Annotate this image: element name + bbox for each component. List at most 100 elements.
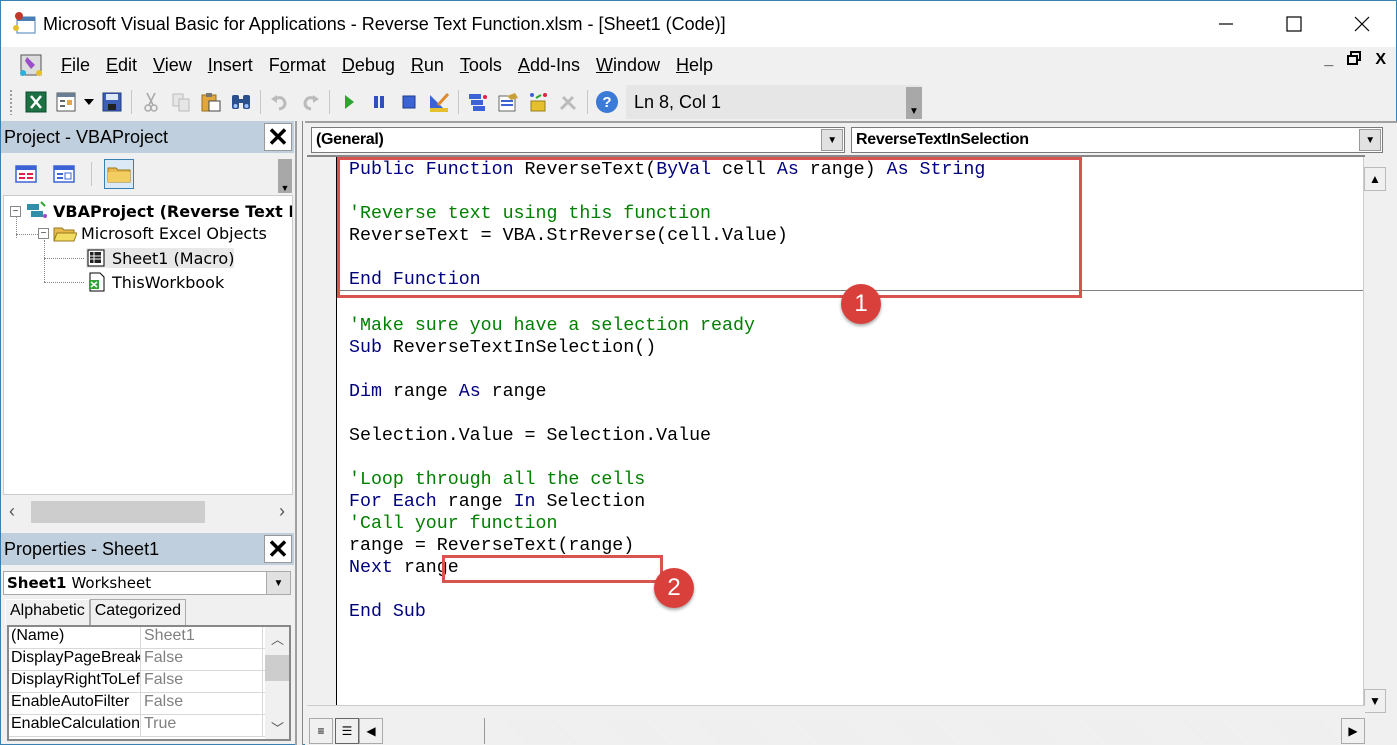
- full-module-view-button[interactable]: ☰: [335, 718, 359, 744]
- code-line[interactable]: [349, 359, 755, 381]
- tab-categorized[interactable]: Categorized: [89, 599, 186, 625]
- tab-alphabetic[interactable]: Alphabetic: [5, 599, 90, 625]
- code-line[interactable]: ReverseText = VBA.StrReverse(cell.Value): [349, 225, 985, 247]
- view-excel-button[interactable]: [22, 88, 50, 116]
- scroll-down-button[interactable]: ▼: [1364, 689, 1386, 713]
- code-line[interactable]: [349, 181, 985, 203]
- menu-file[interactable]: File: [53, 55, 98, 76]
- undo-button[interactable]: [266, 88, 294, 116]
- pane-splitter[interactable]: [295, 121, 303, 745]
- scroll-thumb[interactable]: [31, 501, 205, 523]
- code-line[interactable]: [349, 293, 755, 315]
- insert-dropdown-arrow[interactable]: [82, 88, 96, 116]
- chevron-down-icon[interactable]: ▼: [266, 572, 290, 594]
- break-button[interactable]: [365, 88, 393, 116]
- code-line[interactable]: 'Call your function: [349, 513, 755, 535]
- maximize-button[interactable]: [1260, 1, 1328, 47]
- vba-document-icon[interactable]: [17, 51, 45, 79]
- insert-userform-button[interactable]: [52, 88, 80, 116]
- code-line[interactable]: End Sub: [349, 601, 755, 623]
- code-line[interactable]: For Each range In Selection: [349, 491, 755, 513]
- properties-window-button[interactable]: [494, 88, 522, 116]
- object-browser-button[interactable]: [524, 88, 552, 116]
- object-select[interactable]: (General) ▼: [311, 127, 845, 153]
- tree-item-vbaproject[interactable]: − VBAProject (Reverse Text Fu: [10, 200, 292, 222]
- tree-item-sheet1[interactable]: Sheet1 (Macro): [86, 248, 235, 268]
- project-toolbar-options[interactable]: ▼: [278, 159, 292, 193]
- properties-object-select[interactable]: Sheet1 Worksheet ▼: [3, 571, 291, 595]
- property-row[interactable]: EnableCalculation True: [9, 715, 289, 737]
- design-mode-button[interactable]: [425, 88, 453, 116]
- toolbar-grip[interactable]: [9, 89, 13, 115]
- scroll-up-icon[interactable]: ︿: [271, 629, 284, 648]
- scroll-left-icon[interactable]: ‹: [9, 501, 15, 522]
- paste-button[interactable]: [197, 88, 225, 116]
- close-button[interactable]: [1328, 1, 1396, 47]
- code-line[interactable]: Next range: [349, 557, 755, 579]
- margin-indicator-bar[interactable]: [307, 157, 337, 705]
- code-line[interactable]: 'Reverse text using this function: [349, 203, 985, 225]
- save-button[interactable]: [98, 88, 126, 116]
- scroll-thumb[interactable]: [265, 655, 289, 681]
- menu-insert[interactable]: Insert: [200, 55, 261, 76]
- scroll-up-button[interactable]: ▲: [1364, 167, 1386, 191]
- mdi-close-button[interactable]: X: [1375, 51, 1386, 70]
- collapse-toggle[interactable]: −: [10, 205, 21, 217]
- toolbox-button[interactable]: [554, 88, 582, 116]
- menu-debug[interactable]: Debug: [334, 55, 403, 76]
- project-pane-close-button[interactable]: ✕: [264, 123, 292, 151]
- property-row[interactable]: DisplayRightToLeft False: [9, 671, 289, 693]
- project-explorer-button[interactable]: [464, 88, 492, 116]
- function-code-block[interactable]: Public Function ReverseText(ByVal cell A…: [349, 159, 985, 291]
- scroll-right-button[interactable]: ▶: [1341, 718, 1365, 744]
- code-line[interactable]: Selection.Value = Selection.Value: [349, 425, 755, 447]
- view-object-button[interactable]: [49, 159, 79, 189]
- redo-button[interactable]: [296, 88, 324, 116]
- cut-button[interactable]: [137, 88, 165, 116]
- run-button[interactable]: [335, 88, 363, 116]
- property-row[interactable]: EnableAutoFilter False: [9, 693, 289, 715]
- project-tree-hscrollbar[interactable]: ‹ ›: [3, 499, 293, 525]
- properties-vscrollbar[interactable]: ︿ ﹀: [265, 627, 289, 739]
- property-row[interactable]: (Name) Sheet1: [9, 627, 289, 649]
- properties-pane-close-button[interactable]: ✕: [264, 535, 292, 563]
- procedure-view-button[interactable]: ≡: [309, 718, 333, 744]
- toolbar-options-dropdown[interactable]: ▼: [906, 87, 922, 119]
- reset-button[interactable]: [395, 88, 423, 116]
- menu-view[interactable]: View: [145, 55, 200, 76]
- code-line[interactable]: 'Loop through all the cells: [349, 469, 755, 491]
- menu-add-ins[interactable]: Add-Ins: [510, 55, 588, 76]
- menu-format[interactable]: Format: [261, 55, 334, 76]
- copy-button[interactable]: [167, 88, 195, 116]
- view-code-button[interactable]: [11, 159, 41, 189]
- code-vscrollbar[interactable]: ▲ ▼: [1363, 157, 1386, 713]
- sub-code-block[interactable]: 'Make sure you have a selection ready Sub…: [349, 293, 755, 623]
- chevron-down-icon[interactable]: ▼: [821, 129, 843, 151]
- menu-help[interactable]: Help: [668, 55, 721, 76]
- scroll-left-button[interactable]: ◀: [359, 718, 383, 744]
- toggle-folders-button[interactable]: [104, 159, 134, 189]
- tree-item-thisworkbook[interactable]: ThisWorkbook: [86, 272, 224, 292]
- code-line[interactable]: range = ReverseText(range): [349, 535, 755, 557]
- code-hscrollbar[interactable]: [385, 718, 1363, 744]
- menu-run[interactable]: Run: [403, 55, 452, 76]
- procedure-select[interactable]: ReverseTextInSelection ▼: [851, 127, 1383, 153]
- minimize-button[interactable]: [1192, 1, 1260, 47]
- code-editor[interactable]: Public Function ReverseText(ByVal cell A…: [307, 155, 1365, 705]
- menu-edit[interactable]: Edit: [98, 55, 145, 76]
- scroll-right-icon[interactable]: ›: [279, 501, 285, 522]
- menu-window[interactable]: Window: [588, 55, 668, 76]
- code-line[interactable]: [349, 579, 755, 601]
- collapse-toggle[interactable]: −: [38, 228, 49, 239]
- code-line[interactable]: Sub ReverseTextInSelection(): [349, 337, 755, 359]
- tree-item-excel-objects[interactable]: − Microsoft Excel Objects: [38, 224, 267, 243]
- code-line[interactable]: [349, 447, 755, 469]
- help-button[interactable]: ?: [593, 88, 621, 116]
- scroll-down-icon[interactable]: ﹀: [271, 718, 284, 737]
- code-line[interactable]: 'Make sure you have a selection ready: [349, 315, 755, 337]
- code-line[interactable]: Dim range As range: [349, 381, 755, 403]
- menu-tools[interactable]: Tools: [452, 55, 510, 76]
- code-line[interactable]: [349, 247, 985, 269]
- code-line[interactable]: [349, 403, 755, 425]
- property-row[interactable]: DisplayPageBreaks False: [9, 649, 289, 671]
